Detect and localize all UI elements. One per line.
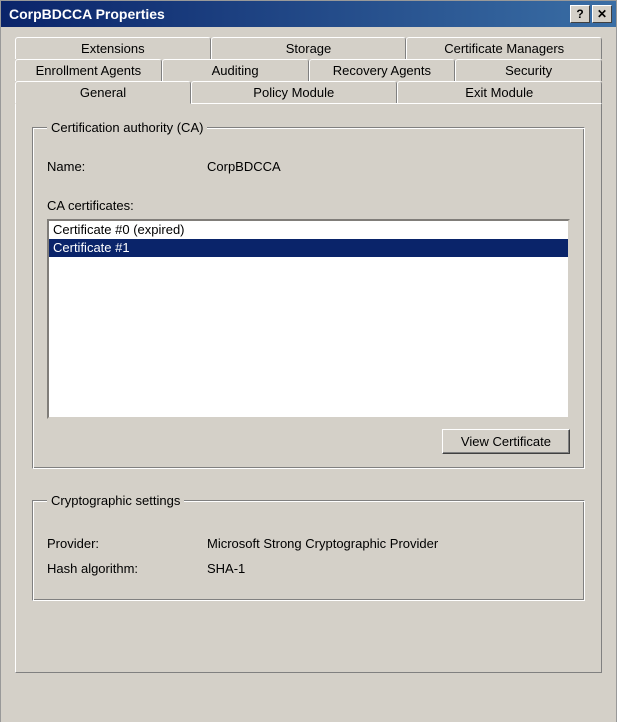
tab-page-general: Certification authority (CA) Name: CorpB… xyxy=(15,103,602,673)
ca-group-legend: Certification authority (CA) xyxy=(47,120,207,135)
tab-extensions[interactable]: Extensions xyxy=(15,37,211,59)
list-item[interactable]: Certificate #0 (expired) xyxy=(49,221,568,239)
tab-policy-module[interactable]: Policy Module xyxy=(191,81,396,103)
view-cert-row: View Certificate xyxy=(47,429,570,454)
provider-row: Provider: Microsoft Strong Cryptographic… xyxy=(47,536,570,551)
provider-value: Microsoft Strong Cryptographic Provider xyxy=(207,536,438,551)
view-certificate-button[interactable]: View Certificate xyxy=(442,429,570,454)
ca-certs-label: CA certificates: xyxy=(47,198,570,213)
tab-storage[interactable]: Storage xyxy=(211,37,407,59)
ca-name-value: CorpBDCCA xyxy=(207,159,281,174)
tab-row-2: Enrollment Agents Auditing Recovery Agen… xyxy=(15,59,602,81)
ca-group: Certification authority (CA) Name: CorpB… xyxy=(32,120,585,469)
ca-name-row: Name: CorpBDCCA xyxy=(47,159,570,174)
titlebar-buttons: ? ✕ xyxy=(570,5,612,23)
tab-row-3: General Policy Module Exit Module xyxy=(15,81,602,103)
ca-name-label: Name: xyxy=(47,159,207,174)
hash-label: Hash algorithm: xyxy=(47,561,207,576)
close-button[interactable]: ✕ xyxy=(592,5,612,23)
tab-recovery-agents[interactable]: Recovery Agents xyxy=(309,59,456,81)
help-icon: ? xyxy=(576,7,583,21)
tab-exit-module[interactable]: Exit Module xyxy=(397,81,602,103)
crypto-group: Cryptographic settings Provider: Microso… xyxy=(32,493,585,601)
tab-row-1: Extensions Storage Certificate Managers xyxy=(15,37,602,59)
hash-value: SHA-1 xyxy=(207,561,245,576)
close-icon: ✕ xyxy=(597,7,607,21)
crypto-group-legend: Cryptographic settings xyxy=(47,493,184,508)
help-button[interactable]: ? xyxy=(570,5,590,23)
tab-certificate-managers[interactable]: Certificate Managers xyxy=(406,37,602,59)
dialog-content: Extensions Storage Certificate Managers … xyxy=(1,27,616,683)
window-title: CorpBDCCA Properties xyxy=(9,6,570,22)
provider-label: Provider: xyxy=(47,536,207,551)
tab-general[interactable]: General xyxy=(15,81,191,104)
ca-certs-listbox[interactable]: Certificate #0 (expired) Certificate #1 xyxy=(47,219,570,419)
properties-dialog: CorpBDCCA Properties ? ✕ Extensions Stor… xyxy=(0,0,617,722)
titlebar: CorpBDCCA Properties ? ✕ xyxy=(1,1,616,27)
tab-enrollment-agents[interactable]: Enrollment Agents xyxy=(15,59,162,81)
tab-security[interactable]: Security xyxy=(455,59,602,81)
tabs: Extensions Storage Certificate Managers … xyxy=(15,37,602,673)
list-item[interactable]: Certificate #1 xyxy=(49,239,568,257)
hash-row: Hash algorithm: SHA-1 xyxy=(47,561,570,576)
tab-auditing[interactable]: Auditing xyxy=(162,59,309,81)
